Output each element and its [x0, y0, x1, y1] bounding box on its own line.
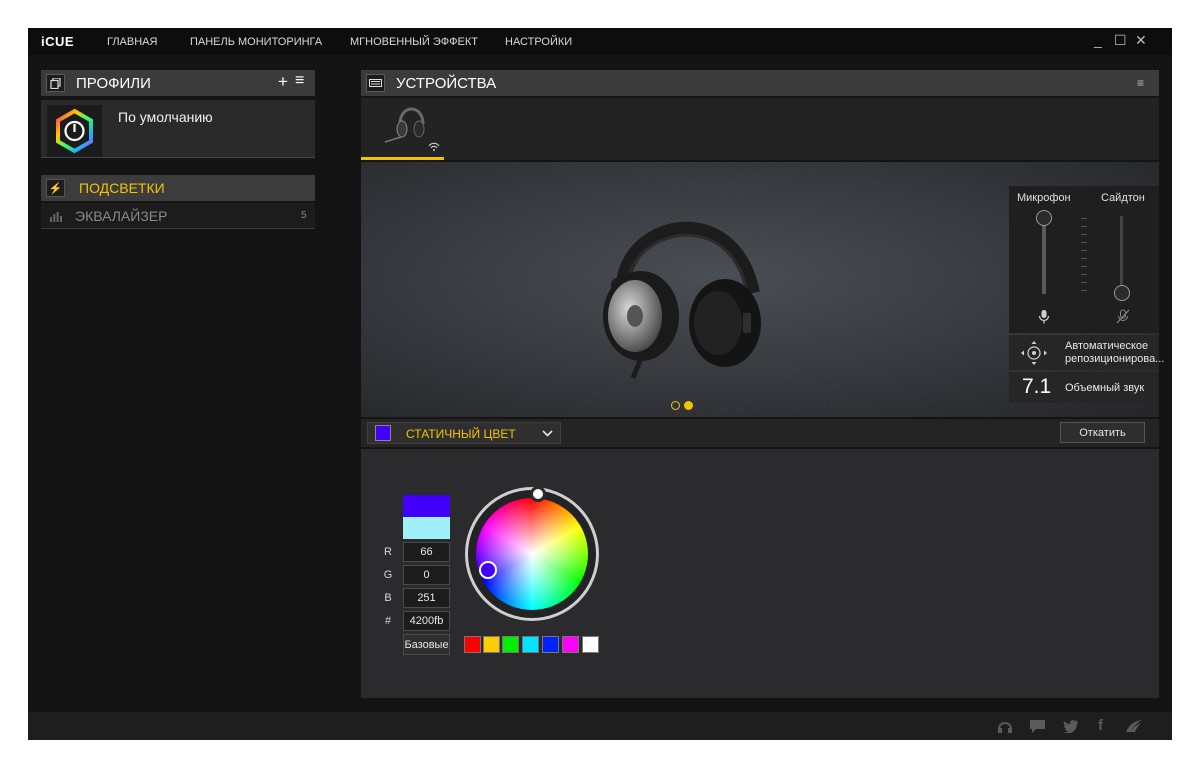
previous-color-swatch[interactable] — [403, 517, 450, 539]
surround-badge: 7.1 — [1022, 375, 1052, 398]
palette-yellow[interactable] — [483, 636, 500, 653]
auto-reposition-toggle[interactable]: Автоматическое репозиционирова... — [1009, 335, 1165, 370]
b-label: B — [384, 592, 392, 604]
auto-reposition-label: Автоматическое репозиционирова... — [1065, 340, 1165, 365]
bottom-bar: f — [28, 712, 1172, 740]
palette-green[interactable] — [502, 636, 519, 653]
profiles-title: ПРОФИЛИ — [76, 75, 151, 92]
lighting-effect-bar: СТАТИЧНЫЙ ЦВЕТ Откатить — [361, 419, 1159, 447]
red-input[interactable] — [403, 542, 450, 562]
device-tab-headset[interactable] — [361, 98, 444, 160]
icue-window: iCUE ГЛАВНАЯ ПАНЕЛЬ МОНИТОРИНГА МГНОВЕНН… — [28, 28, 1172, 740]
devices-header: УСТРОЙСТВА ≡ — [361, 70, 1159, 96]
base-colors-button[interactable]: Базовые — [403, 634, 450, 655]
mic-label: Микрофон — [1017, 192, 1071, 204]
lightning-icon: ⚡ — [46, 179, 65, 197]
brightness-handle[interactable] — [530, 486, 546, 502]
palette-magenta[interactable] — [562, 636, 579, 653]
equalizer-icon — [46, 207, 65, 225]
color-wheel-handle[interactable] — [479, 561, 497, 579]
sidetone-label: Сайдтон — [1101, 192, 1145, 204]
nav-home[interactable]: ГЛАВНАЯ — [107, 36, 157, 48]
corsair-logo-icon — [1126, 720, 1142, 732]
maximize-button[interactable]: ☐ — [1114, 32, 1127, 49]
sidetone-slider-knob[interactable] — [1114, 285, 1130, 301]
profiles-header: ПРОФИЛИ + ≡ — [41, 70, 315, 96]
profiles-menu-button[interactable]: ≡ — [295, 72, 304, 90]
palette-red[interactable] — [464, 636, 481, 653]
sidebar-item-label: ПОДСВЕТКИ — [79, 180, 165, 196]
keyboard-icon — [366, 74, 385, 92]
profile-item-default[interactable]: По умолчанию — [41, 100, 315, 158]
headset-thumbnail-icon — [384, 107, 440, 151]
pager-dot-1[interactable] — [671, 401, 680, 410]
profile-icon — [47, 105, 102, 157]
chat-icon — [1030, 720, 1045, 733]
mic-volume-slider[interactable] — [1042, 216, 1046, 294]
devices-title: УСТРОЙСТВА — [396, 75, 497, 92]
twitter-icon — [1063, 720, 1078, 733]
effect-dropdown[interactable]: СТАТИЧНЫЙ ЦВЕТ — [367, 422, 561, 444]
profile-name: По умолчанию — [118, 109, 213, 125]
icue-hex-icon — [56, 108, 93, 154]
device-tabs — [361, 98, 1159, 160]
facebook-icon[interactable]: f — [1098, 717, 1103, 734]
green-input[interactable] — [403, 565, 450, 585]
audio-controls-panel: Микрофон Сайдтон — [1009, 186, 1159, 333]
surround-label: Объемный звук — [1065, 382, 1145, 394]
sidetone-muted-icon — [1116, 309, 1130, 324]
chevron-down-icon — [542, 430, 553, 437]
minimize-button[interactable]: _ — [1094, 32, 1102, 48]
mic-slider-knob[interactable] — [1036, 210, 1052, 226]
sidetone-slider[interactable] — [1120, 216, 1123, 294]
pager-dot-2[interactable] — [684, 401, 693, 410]
nav-settings[interactable]: НАСТРОЙКИ — [505, 36, 572, 48]
app-logo: iCUE — [41, 34, 75, 49]
add-profile-button[interactable]: + — [278, 72, 288, 92]
effect-color-swatch — [375, 425, 391, 441]
palette-blue[interactable] — [542, 636, 559, 653]
profiles-icon — [46, 74, 65, 92]
nav-dashboard[interactable]: ПАНЕЛЬ МОНИТОРИНГА — [190, 36, 322, 48]
hex-input[interactable] — [403, 611, 450, 631]
palette-white[interactable] — [582, 636, 599, 653]
current-color-swatch — [403, 495, 450, 517]
close-button[interactable]: ✕ — [1135, 32, 1147, 49]
color-wheel[interactable] — [476, 498, 588, 610]
effect-name: СТАТИЧНЫЙ ЦВЕТ — [406, 427, 516, 441]
active-tab-indicator — [361, 157, 444, 160]
reposition-icon — [1021, 341, 1047, 365]
palette-cyan[interactable] — [522, 636, 539, 653]
equalizer-count: 5 — [301, 210, 307, 221]
sidebar-item-label: ЭКВАЛАЙЗЕР — [75, 208, 168, 224]
surround-sound-toggle[interactable]: 7.1 Объемный звук — [1009, 372, 1159, 403]
preview-pager — [671, 397, 697, 415]
title-bar: iCUE ГЛАВНАЯ ПАНЕЛЬ МОНИТОРИНГА МГНОВЕНН… — [28, 28, 1172, 55]
headset-image — [603, 221, 761, 379]
g-label: G — [383, 569, 393, 581]
hex-label: # — [384, 615, 392, 627]
r-label: R — [384, 546, 392, 558]
headset-support-icon — [998, 722, 1012, 733]
nav-instant-lighting[interactable]: МГНОВЕННЫЙ ЭФФЕКТ — [350, 36, 478, 48]
blue-input[interactable] — [403, 588, 450, 608]
microphone-icon — [1038, 310, 1050, 324]
devices-menu-button[interactable]: ≡ — [1137, 76, 1144, 90]
sidebar-item-lighting[interactable]: ⚡ ПОДСВЕТКИ — [41, 175, 315, 201]
sidebar-item-equalizer[interactable]: ЭКВАЛАЙЗЕР 5 — [41, 203, 315, 229]
revert-button[interactable]: Откатить — [1060, 422, 1145, 443]
